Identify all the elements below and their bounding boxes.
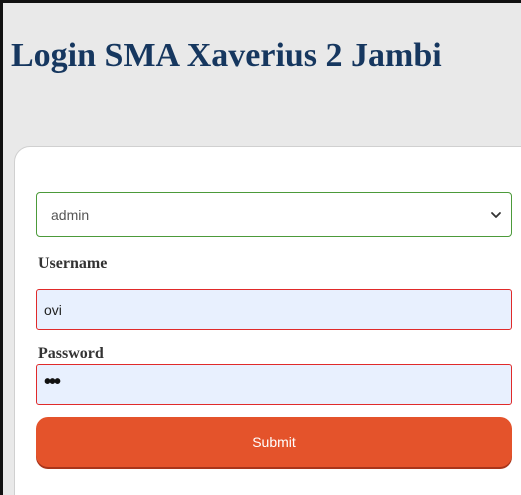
page-title: Login SMA Xaverius 2 Jambi xyxy=(11,37,442,74)
app-window: Login SMA Xaverius 2 Jambi admin Usernam… xyxy=(0,0,521,495)
password-input[interactable]: ••• xyxy=(36,364,512,405)
username-label: Username xyxy=(38,255,108,272)
chevron-down-icon xyxy=(491,212,501,218)
password-masked-value: ••• xyxy=(44,371,61,393)
login-form-card: admin Username ovi Password ••• Submit xyxy=(14,146,521,495)
submit-button[interactable]: Submit xyxy=(36,417,512,467)
username-value: ovi xyxy=(44,302,62,318)
role-select-value: admin xyxy=(51,207,90,223)
password-label: Password xyxy=(38,345,104,362)
username-input[interactable]: ovi xyxy=(36,289,512,330)
role-select[interactable]: admin xyxy=(36,192,512,237)
